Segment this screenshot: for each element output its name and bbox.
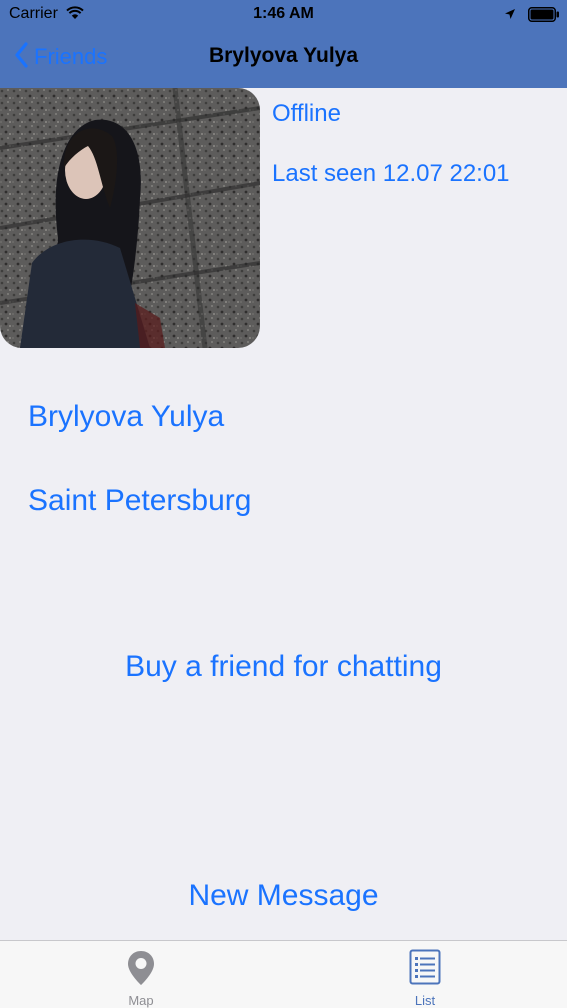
new-message-button[interactable]: New Message	[0, 879, 567, 913]
tab-map[interactable]: Map	[71, 941, 211, 1008]
battery-icon	[528, 7, 560, 22]
location-arrow-icon	[504, 7, 516, 25]
friend-city: Saint Petersburg	[28, 484, 252, 517]
screen: Carrier 1:46 AM Friends Brylyova Yulya O…	[0, 0, 567, 1008]
status-bar: Carrier 1:46 AM	[0, 0, 567, 30]
last-seen-text: Last seen 12.07 22:01	[272, 160, 510, 187]
clock: 1:46 AM	[253, 5, 314, 22]
navigation-bar: Friends Brylyova Yulya	[0, 30, 567, 88]
top-bar: Carrier 1:46 AM Friends Brylyova Yulya	[0, 0, 567, 88]
tab-bar: Map List	[0, 940, 567, 1008]
buy-friend-button[interactable]: Buy a friend for chatting	[0, 650, 567, 684]
page-title: Brylyova Yulya	[208, 44, 359, 67]
avatar	[0, 88, 260, 348]
tab-list-label: List	[414, 993, 436, 1008]
tab-list[interactable]: List	[355, 941, 495, 1008]
tab-map-label: Map	[128, 993, 154, 1008]
friend-name: Brylyova Yulya	[28, 400, 225, 433]
online-status: Offline	[272, 100, 341, 127]
list-icon	[409, 949, 441, 987]
map-pin-icon	[126, 949, 156, 987]
